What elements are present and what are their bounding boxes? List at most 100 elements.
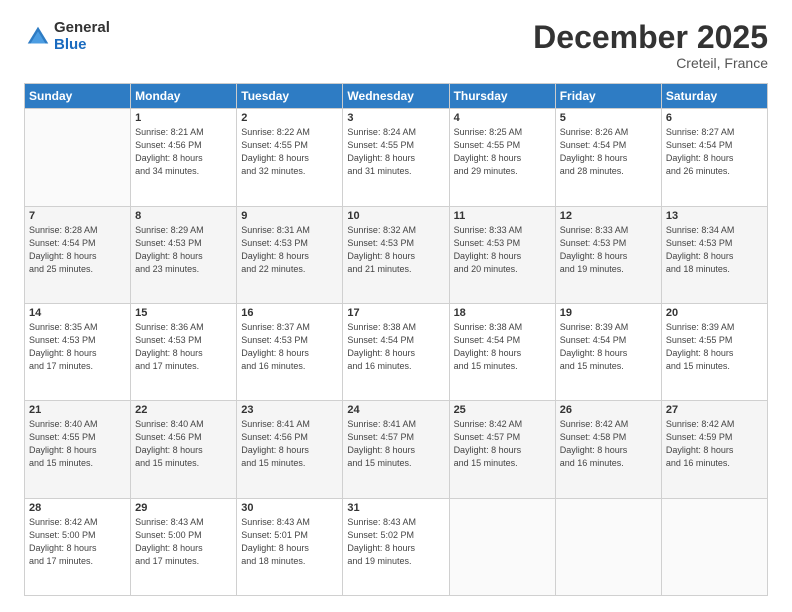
daylight-text: Daylight: 8 hours — [29, 250, 126, 263]
daylight-text-cont: and 34 minutes. — [135, 165, 232, 178]
weekday-header-wednesday: Wednesday — [343, 84, 449, 109]
sunrise-text: Sunrise: 8:33 AM — [454, 224, 551, 237]
sunrise-text: Sunrise: 8:27 AM — [666, 126, 763, 139]
daylight-text-cont: and 18 minutes. — [666, 263, 763, 276]
day-number: 19 — [560, 307, 657, 319]
calendar-week-3: 14Sunrise: 8:35 AMSunset: 4:53 PMDayligh… — [25, 303, 768, 400]
sunrise-text: Sunrise: 8:34 AM — [666, 224, 763, 237]
sunrise-text: Sunrise: 8:32 AM — [347, 224, 444, 237]
daylight-text-cont: and 29 minutes. — [454, 165, 551, 178]
daylight-text: Daylight: 8 hours — [347, 444, 444, 457]
daylight-text: Daylight: 8 hours — [241, 152, 338, 165]
sunset-text: Sunset: 4:55 PM — [454, 139, 551, 152]
day-number: 24 — [347, 404, 444, 416]
day-info: Sunrise: 8:35 AMSunset: 4:53 PMDaylight:… — [29, 321, 126, 373]
sunrise-text: Sunrise: 8:31 AM — [241, 224, 338, 237]
daylight-text-cont: and 15 minutes. — [560, 360, 657, 373]
logo: General Blue — [24, 20, 110, 53]
daylight-text-cont: and 15 minutes. — [666, 360, 763, 373]
sunset-text: Sunset: 4:53 PM — [135, 237, 232, 250]
weekday-header-saturday: Saturday — [661, 84, 767, 109]
header: General Blue December 2025 Creteil, Fran… — [24, 20, 768, 71]
daylight-text-cont: and 32 minutes. — [241, 165, 338, 178]
calendar-cell: 10Sunrise: 8:32 AMSunset: 4:53 PMDayligh… — [343, 206, 449, 303]
daylight-text-cont: and 31 minutes. — [347, 165, 444, 178]
day-number: 6 — [666, 112, 763, 124]
sunset-text: Sunset: 4:56 PM — [135, 431, 232, 444]
sunset-text: Sunset: 4:54 PM — [347, 334, 444, 347]
sunrise-text: Sunrise: 8:39 AM — [560, 321, 657, 334]
weekday-header-sunday: Sunday — [25, 84, 131, 109]
day-number: 3 — [347, 112, 444, 124]
day-number: 27 — [666, 404, 763, 416]
day-number: 18 — [454, 307, 551, 319]
daylight-text-cont: and 16 minutes. — [666, 457, 763, 470]
day-number: 25 — [454, 404, 551, 416]
sunset-text: Sunset: 4:53 PM — [454, 237, 551, 250]
day-number: 21 — [29, 404, 126, 416]
daylight-text: Daylight: 8 hours — [347, 542, 444, 555]
daylight-text: Daylight: 8 hours — [454, 250, 551, 263]
calendar-cell: 15Sunrise: 8:36 AMSunset: 4:53 PMDayligh… — [131, 303, 237, 400]
daylight-text: Daylight: 8 hours — [241, 347, 338, 360]
day-info: Sunrise: 8:27 AMSunset: 4:54 PMDaylight:… — [666, 126, 763, 178]
daylight-text: Daylight: 8 hours — [135, 347, 232, 360]
day-info: Sunrise: 8:42 AMSunset: 5:00 PMDaylight:… — [29, 516, 126, 568]
daylight-text-cont: and 15 minutes. — [135, 457, 232, 470]
sunrise-text: Sunrise: 8:42 AM — [454, 418, 551, 431]
calendar-cell — [449, 498, 555, 595]
daylight-text-cont: and 28 minutes. — [560, 165, 657, 178]
calendar-cell — [555, 498, 661, 595]
sunset-text: Sunset: 4:57 PM — [347, 431, 444, 444]
sunrise-text: Sunrise: 8:28 AM — [29, 224, 126, 237]
sunrise-text: Sunrise: 8:42 AM — [560, 418, 657, 431]
calendar-cell — [661, 498, 767, 595]
daylight-text: Daylight: 8 hours — [666, 152, 763, 165]
sunrise-text: Sunrise: 8:35 AM — [29, 321, 126, 334]
daylight-text-cont: and 25 minutes. — [29, 263, 126, 276]
daylight-text: Daylight: 8 hours — [560, 152, 657, 165]
sunrise-text: Sunrise: 8:40 AM — [29, 418, 126, 431]
daylight-text-cont: and 15 minutes. — [241, 457, 338, 470]
sunset-text: Sunset: 4:53 PM — [560, 237, 657, 250]
daylight-text: Daylight: 8 hours — [241, 444, 338, 457]
sunset-text: Sunset: 4:53 PM — [666, 237, 763, 250]
calendar-cell: 5Sunrise: 8:26 AMSunset: 4:54 PMDaylight… — [555, 109, 661, 206]
calendar-cell: 4Sunrise: 8:25 AMSunset: 4:55 PMDaylight… — [449, 109, 555, 206]
weekday-header-friday: Friday — [555, 84, 661, 109]
sunset-text: Sunset: 4:57 PM — [454, 431, 551, 444]
day-number: 2 — [241, 112, 338, 124]
sunrise-text: Sunrise: 8:25 AM — [454, 126, 551, 139]
sunset-text: Sunset: 4:56 PM — [241, 431, 338, 444]
daylight-text-cont: and 15 minutes. — [29, 457, 126, 470]
day-number: 20 — [666, 307, 763, 319]
calendar-cell: 17Sunrise: 8:38 AMSunset: 4:54 PMDayligh… — [343, 303, 449, 400]
sunrise-text: Sunrise: 8:40 AM — [135, 418, 232, 431]
day-info: Sunrise: 8:29 AMSunset: 4:53 PMDaylight:… — [135, 224, 232, 276]
day-number: 10 — [347, 210, 444, 222]
day-info: Sunrise: 8:41 AMSunset: 4:56 PMDaylight:… — [241, 418, 338, 470]
calendar-cell: 16Sunrise: 8:37 AMSunset: 4:53 PMDayligh… — [237, 303, 343, 400]
calendar-cell: 29Sunrise: 8:43 AMSunset: 5:00 PMDayligh… — [131, 498, 237, 595]
daylight-text-cont: and 17 minutes. — [135, 360, 232, 373]
logo-icon — [24, 23, 52, 51]
sunset-text: Sunset: 4:53 PM — [135, 334, 232, 347]
day-number: 29 — [135, 502, 232, 514]
calendar-cell: 30Sunrise: 8:43 AMSunset: 5:01 PMDayligh… — [237, 498, 343, 595]
day-info: Sunrise: 8:39 AMSunset: 4:54 PMDaylight:… — [560, 321, 657, 373]
calendar-cell: 28Sunrise: 8:42 AMSunset: 5:00 PMDayligh… — [25, 498, 131, 595]
sunset-text: Sunset: 4:54 PM — [29, 237, 126, 250]
day-info: Sunrise: 8:40 AMSunset: 4:55 PMDaylight:… — [29, 418, 126, 470]
calendar-cell: 26Sunrise: 8:42 AMSunset: 4:58 PMDayligh… — [555, 401, 661, 498]
daylight-text-cont: and 15 minutes. — [454, 457, 551, 470]
sunrise-text: Sunrise: 8:36 AM — [135, 321, 232, 334]
day-number: 4 — [454, 112, 551, 124]
day-info: Sunrise: 8:33 AMSunset: 4:53 PMDaylight:… — [454, 224, 551, 276]
day-number: 22 — [135, 404, 232, 416]
page: General Blue December 2025 Creteil, Fran… — [0, 0, 792, 612]
day-info: Sunrise: 8:21 AMSunset: 4:56 PMDaylight:… — [135, 126, 232, 178]
daylight-text-cont: and 17 minutes. — [135, 555, 232, 568]
daylight-text: Daylight: 8 hours — [560, 347, 657, 360]
calendar-week-5: 28Sunrise: 8:42 AMSunset: 5:00 PMDayligh… — [25, 498, 768, 595]
day-number: 14 — [29, 307, 126, 319]
